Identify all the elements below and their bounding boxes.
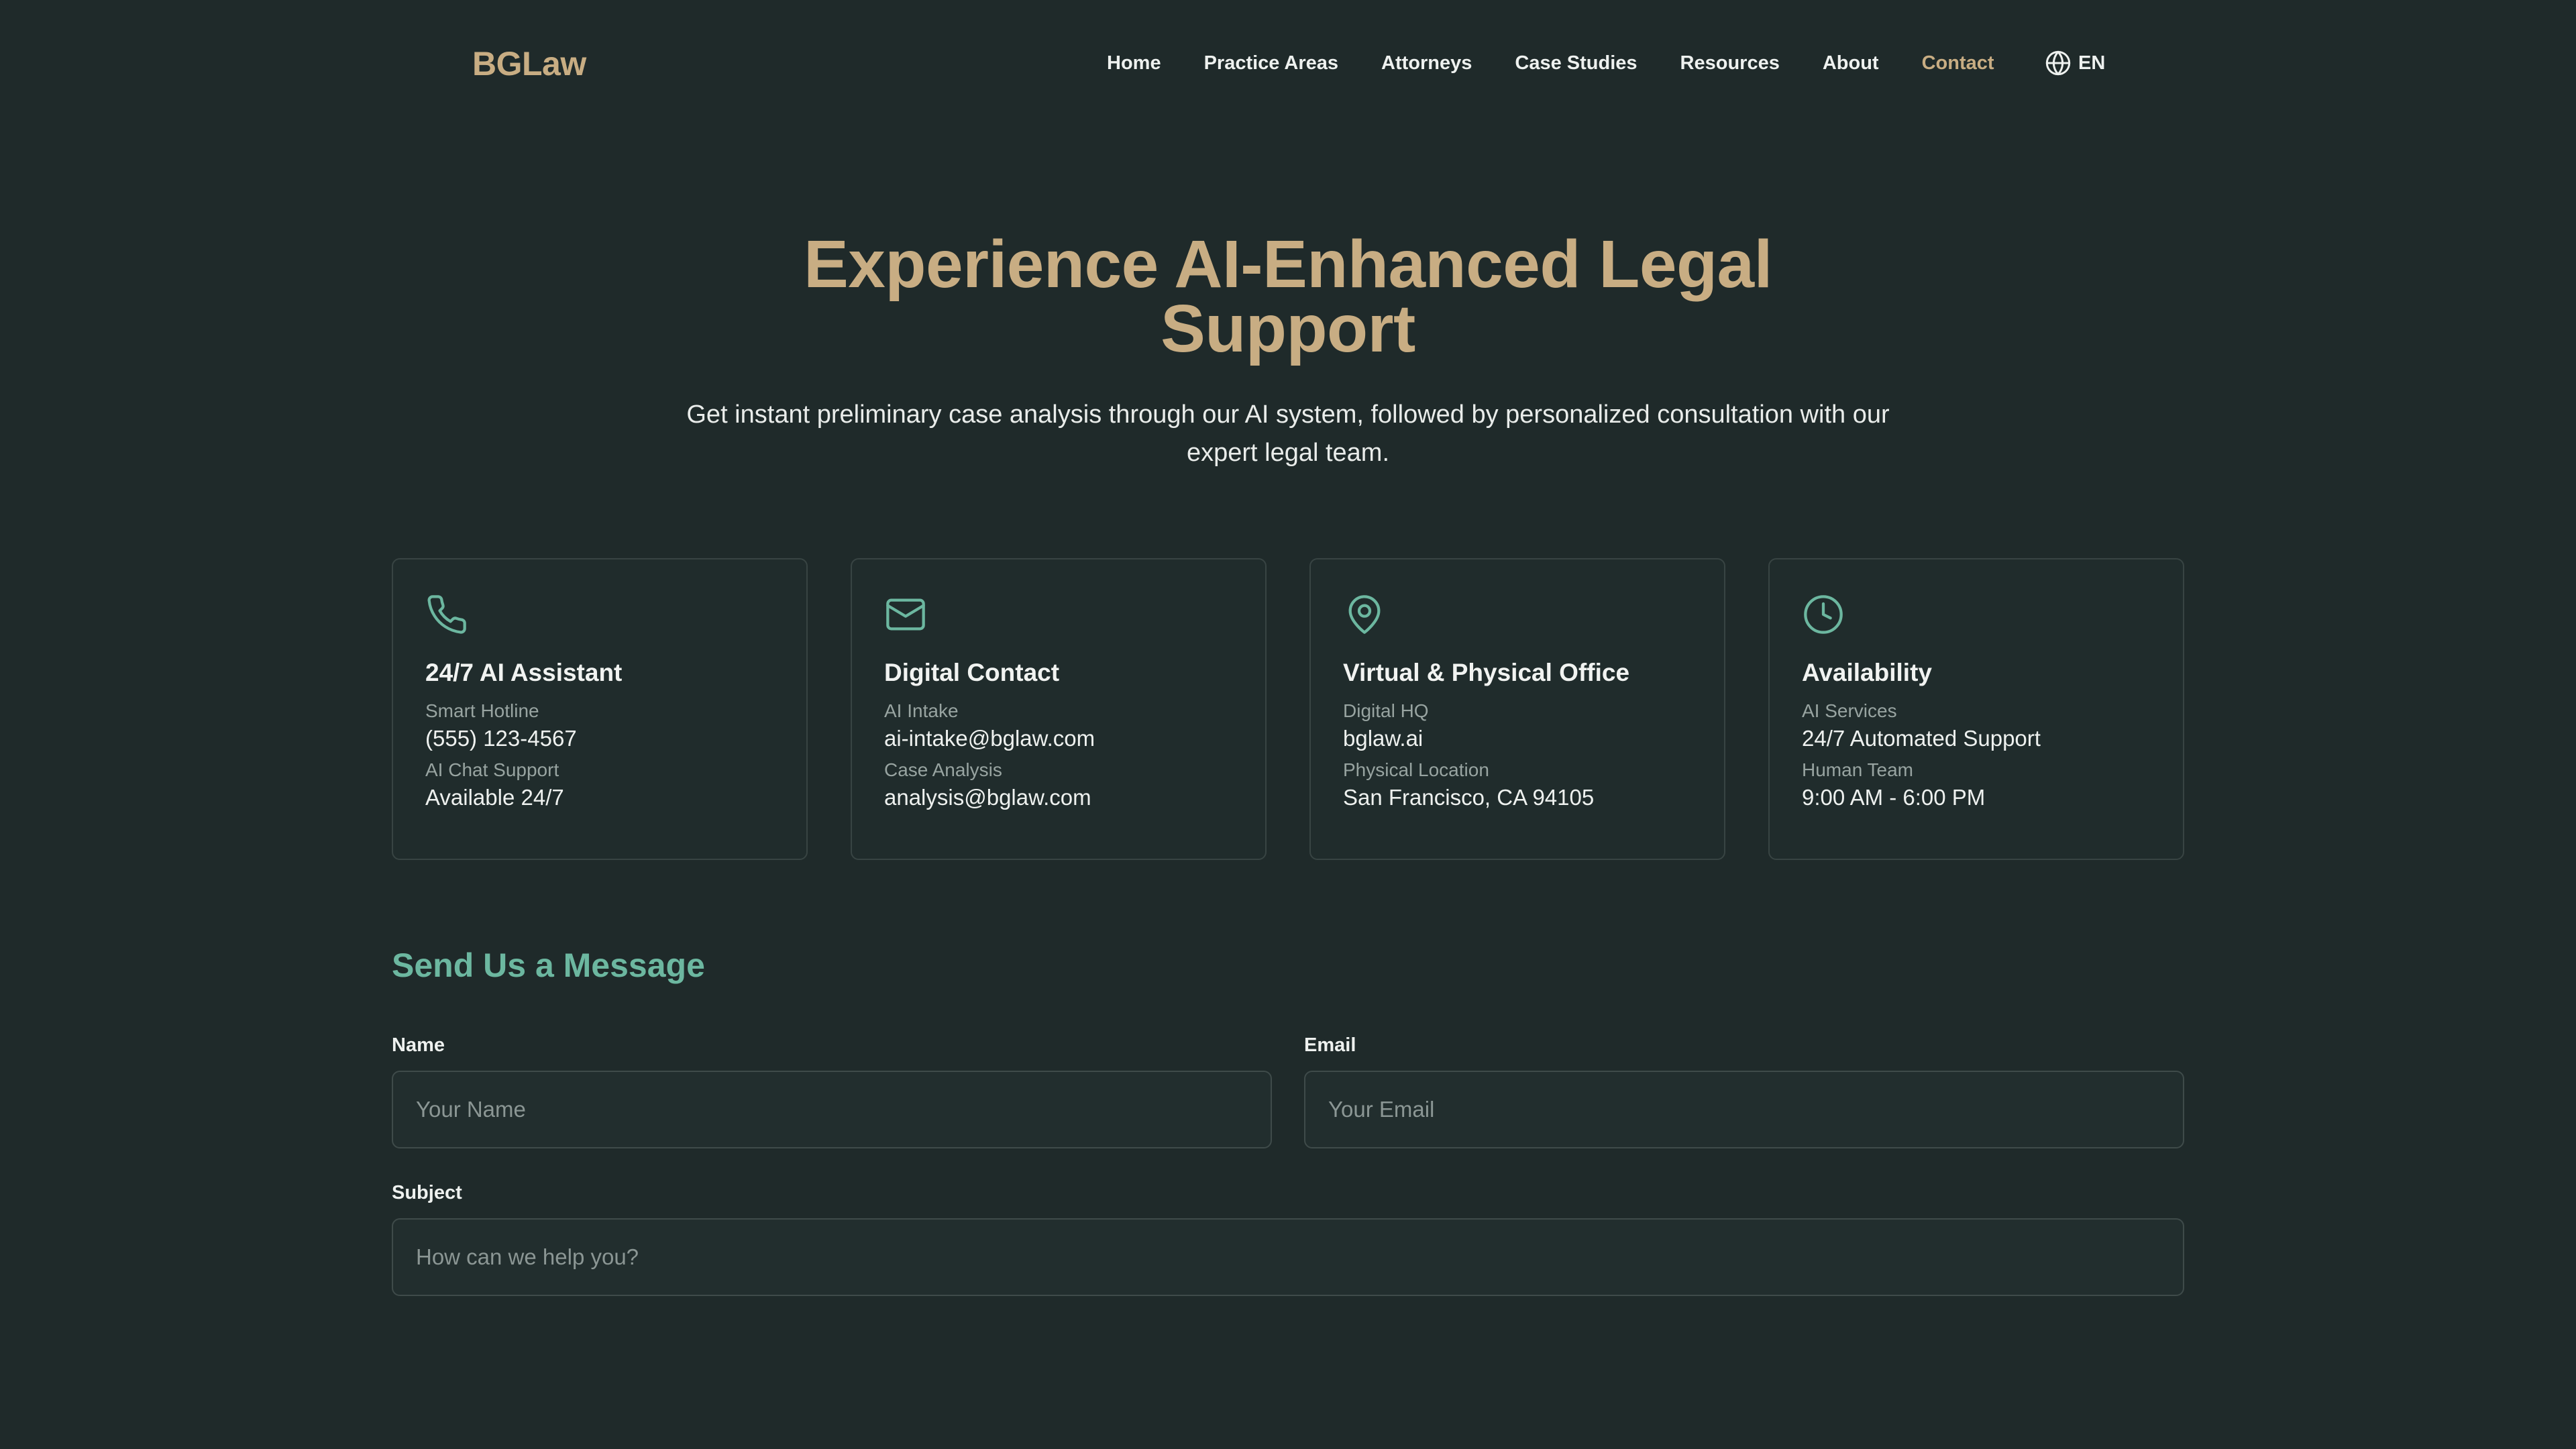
clock-icon bbox=[1804, 595, 1843, 634]
email-link[interactable]: analysis@bglaw.com bbox=[884, 785, 1233, 810]
nav-item-resources[interactable]: Resources bbox=[1680, 52, 1780, 74]
card-label: Case Analysis bbox=[884, 759, 1002, 780]
map-pin-icon bbox=[1348, 595, 1381, 634]
card-availability: Availability AI Services 24/7 Automated … bbox=[1768, 558, 2184, 860]
nav-links: Home Practice Areas Attorneys Case Studi… bbox=[1107, 52, 2037, 74]
card-value: 24/7 Automated Support bbox=[1802, 726, 2041, 751]
card-title: Virtual & Physical Office bbox=[1343, 659, 1630, 686]
card-ai-assistant: 24/7 AI Assistant Smart Hotline (555) 12… bbox=[392, 558, 808, 860]
nav-item-practice-areas[interactable]: Practice Areas bbox=[1204, 52, 1338, 74]
phone-number[interactable]: (555) 123-4567 bbox=[425, 726, 774, 751]
nav-item-attorneys[interactable]: Attorneys bbox=[1381, 52, 1472, 74]
card-value: Available 24/7 bbox=[425, 785, 564, 810]
form-title: Send Us a Message bbox=[392, 947, 705, 984]
email-label: Email bbox=[1304, 1034, 1356, 1056]
phone-icon bbox=[427, 595, 466, 634]
nav-item-case-studies[interactable]: Case Studies bbox=[1515, 52, 1637, 74]
contact-cards: 24/7 AI Assistant Smart Hotline (555) 12… bbox=[392, 558, 2184, 860]
website-link[interactable]: bglaw.ai bbox=[1343, 726, 1692, 751]
subject-input[interactable] bbox=[392, 1218, 2184, 1296]
mail-icon bbox=[886, 598, 925, 631]
card-label: Smart Hotline bbox=[425, 700, 539, 721]
card-digital-contact: Digital Contact AI Intake ai-intake@bgla… bbox=[851, 558, 1267, 860]
email-input[interactable] bbox=[1304, 1071, 2184, 1148]
nav-item-about[interactable]: About bbox=[1823, 52, 1879, 74]
card-label: AI Intake bbox=[884, 700, 959, 721]
nav-item-contact[interactable]: Contact bbox=[1922, 52, 1994, 74]
card-label: AI Chat Support bbox=[425, 759, 559, 780]
language-label: EN bbox=[2078, 52, 2106, 74]
page-subtitle: Get instant preliminary case analysis th… bbox=[686, 400, 1890, 467]
top-navigation: BGLaw Home Practice Areas Attorneys Case… bbox=[0, 0, 2576, 127]
card-label: Human Team bbox=[1802, 759, 1914, 780]
page-title-line-1: Experience AI-Enhanced Legal bbox=[804, 227, 1772, 302]
card-office: Virtual & Physical Office Digital HQ bgl… bbox=[1309, 558, 1725, 860]
subject-label: Subject bbox=[392, 1182, 462, 1203]
globe-icon bbox=[2045, 50, 2071, 76]
language-selector[interactable]: EN bbox=[2045, 50, 2105, 76]
email-link[interactable]: ai-intake@bglaw.com bbox=[884, 726, 1233, 751]
card-title: Digital Contact bbox=[884, 659, 1060, 686]
card-value: San Francisco, CA 94105 bbox=[1343, 785, 1595, 810]
name-label: Name bbox=[392, 1034, 445, 1056]
logo[interactable]: BGLaw bbox=[472, 44, 586, 83]
card-label: Physical Location bbox=[1343, 759, 1489, 780]
page-title-line-2: Support bbox=[1161, 291, 1415, 366]
card-label: Digital HQ bbox=[1343, 700, 1429, 721]
page-title: Experience AI-Enhanced Legal Support bbox=[0, 227, 2576, 366]
name-input[interactable] bbox=[392, 1071, 1272, 1148]
card-value: 9:00 AM - 6:00 PM bbox=[1802, 785, 1986, 810]
card-title: Availability bbox=[1802, 659, 1932, 686]
nav-item-home[interactable]: Home bbox=[1107, 52, 1161, 74]
card-title: 24/7 AI Assistant bbox=[425, 659, 623, 686]
card-label: AI Services bbox=[1802, 700, 1897, 721]
